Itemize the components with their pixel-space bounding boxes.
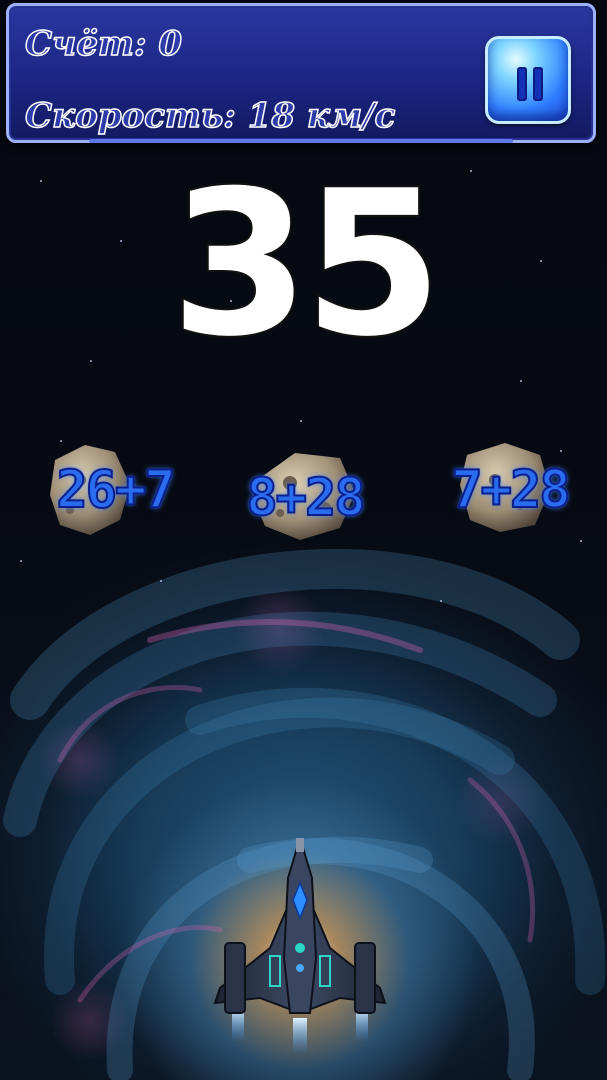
- pause-button[interactable]: [485, 36, 571, 124]
- pause-bar-left: [517, 67, 527, 101]
- score-label: Счёт: 0: [24, 23, 183, 65]
- target-number: 35: [168, 148, 444, 382]
- spaceship-icon[interactable]: [200, 838, 400, 1058]
- asteroid-equation: 8+28: [245, 467, 366, 529]
- asteroid-equation: 26+7: [55, 459, 176, 521]
- asteroid-right[interactable]: 7+28: [440, 440, 580, 550]
- asteroid-center[interactable]: 8+28: [235, 448, 375, 558]
- speed-label: Скорость: 18 км/с: [24, 95, 396, 137]
- hud-panel: Счёт: 0 Скорость: 18 км/с: [6, 3, 596, 143]
- pause-bar-right: [533, 67, 543, 101]
- asteroid-left[interactable]: 26+7: [45, 440, 185, 550]
- asteroid-equation: 7+28: [450, 459, 571, 521]
